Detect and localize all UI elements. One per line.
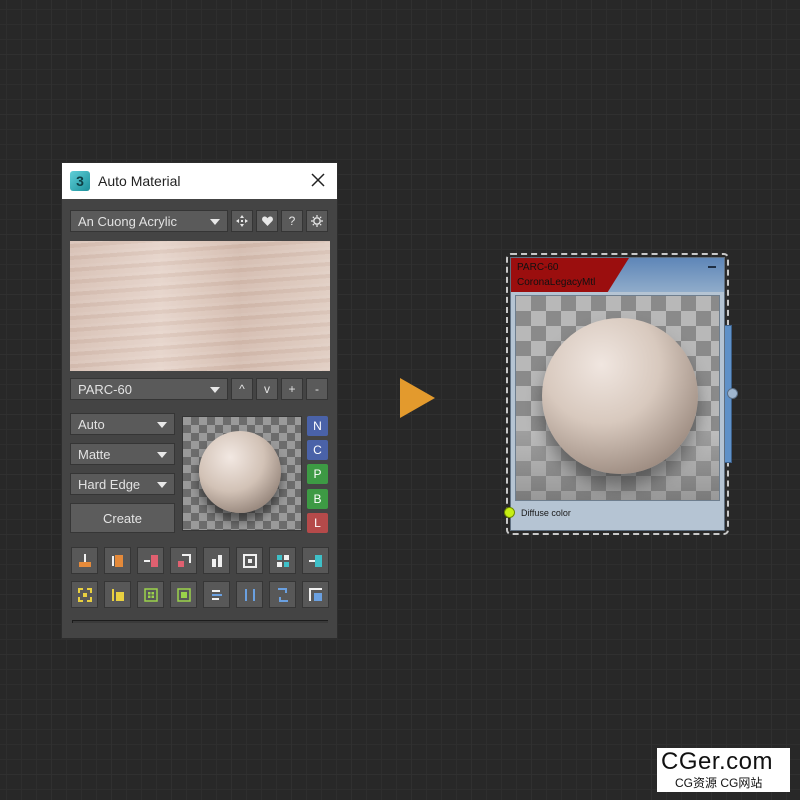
create-button[interactable]: Create bbox=[70, 503, 175, 533]
select-button[interactable] bbox=[71, 581, 98, 608]
watermark-sub: CG资源 CG网站 bbox=[675, 776, 763, 790]
node-header[interactable]: PARC-60 CoronaLegacyMtl bbox=[511, 258, 724, 292]
chevron-down-icon bbox=[157, 482, 167, 488]
preview-sphere bbox=[542, 318, 698, 474]
input-socket-label: Diffuse color bbox=[521, 508, 571, 518]
close-button[interactable] bbox=[309, 171, 327, 189]
minimize-icon[interactable] bbox=[708, 266, 716, 268]
move-down-button[interactable]: v bbox=[256, 378, 278, 400]
finish-dropdown[interactable]: Matte bbox=[70, 443, 175, 465]
stack-button[interactable] bbox=[104, 581, 131, 608]
link-icon bbox=[308, 554, 322, 567]
mode-dropdown-value: Auto bbox=[78, 416, 105, 432]
watermark-main: CGer.com bbox=[661, 748, 774, 775]
heart-icon bbox=[261, 216, 273, 226]
remove-label: - bbox=[315, 382, 319, 396]
map-button-n[interactable]: N bbox=[307, 416, 328, 436]
node-name: PARC-60 bbox=[517, 262, 559, 273]
add-label: + bbox=[288, 382, 296, 396]
preview-sphere bbox=[199, 431, 281, 513]
move-button[interactable] bbox=[231, 210, 253, 232]
settings-button[interactable] bbox=[306, 210, 328, 232]
stack-icon bbox=[111, 588, 124, 601]
fill-button[interactable] bbox=[170, 581, 197, 608]
auto-material-window: 3 Auto Material An Cuong Acrylic ? PARC-… bbox=[61, 162, 338, 639]
chevron-down-icon bbox=[210, 387, 220, 393]
align-left-icon bbox=[111, 554, 123, 567]
move-up-button[interactable]: ^ bbox=[231, 378, 253, 400]
app-icon: 3 bbox=[70, 171, 90, 191]
split-icon bbox=[211, 554, 222, 567]
down-label: v bbox=[264, 382, 270, 396]
rotate-icon bbox=[277, 587, 288, 602]
tile-icon bbox=[143, 587, 158, 602]
edge-dropdown-value: Hard Edge bbox=[78, 476, 141, 492]
select-icon bbox=[77, 587, 92, 602]
align-bottom-button[interactable] bbox=[71, 547, 98, 574]
corner-frame-icon bbox=[308, 587, 322, 601]
help-label: ? bbox=[288, 214, 296, 228]
remove-button[interactable]: - bbox=[306, 378, 328, 400]
watermark: CGer.com CG资源 CG网站 bbox=[657, 748, 790, 792]
link-button[interactable] bbox=[302, 547, 329, 574]
add-button[interactable]: + bbox=[281, 378, 303, 400]
window-title: Auto Material bbox=[98, 173, 181, 189]
node-preview bbox=[515, 295, 720, 501]
library-dropdown[interactable]: An Cuong Acrylic bbox=[70, 210, 228, 232]
edge-dropdown[interactable]: Hard Edge bbox=[70, 473, 175, 495]
map-button-p[interactable]: P bbox=[307, 464, 328, 484]
map-button-b[interactable]: B bbox=[307, 489, 328, 509]
chevron-down-icon bbox=[157, 452, 167, 458]
tile-button[interactable] bbox=[137, 581, 164, 608]
columns-button[interactable] bbox=[236, 581, 263, 608]
grid-icon bbox=[276, 554, 289, 567]
material-node[interactable]: PARC-60 CoronaLegacyMtl Diffuse color bbox=[510, 257, 725, 531]
text-align-button[interactable] bbox=[203, 581, 230, 608]
align-right-button[interactable] bbox=[137, 547, 164, 574]
corner-frame-button[interactable] bbox=[302, 581, 329, 608]
map-button-c[interactable]: C bbox=[307, 440, 328, 460]
rotate-button[interactable] bbox=[269, 581, 296, 608]
align-right-icon bbox=[143, 554, 158, 567]
material-preview bbox=[182, 416, 302, 531]
frame-icon bbox=[242, 553, 257, 568]
diffuse-input-socket[interactable] bbox=[504, 507, 515, 518]
corner-button[interactable] bbox=[170, 547, 197, 574]
corner-icon bbox=[177, 553, 191, 567]
frame-button[interactable] bbox=[236, 547, 263, 574]
chevron-down-icon bbox=[210, 219, 220, 225]
close-icon bbox=[311, 173, 325, 187]
title-bar[interactable]: 3 Auto Material bbox=[62, 163, 337, 199]
map-button-l[interactable]: L bbox=[307, 513, 328, 533]
help-button[interactable]: ? bbox=[281, 210, 303, 232]
mode-dropdown[interactable]: Auto bbox=[70, 413, 175, 435]
fill-icon bbox=[176, 587, 191, 602]
material-dropdown-value: PARC-60 bbox=[78, 381, 132, 397]
grid-button[interactable] bbox=[269, 547, 296, 574]
move-icon bbox=[236, 215, 248, 227]
finish-dropdown-value: Matte bbox=[78, 446, 111, 462]
output-socket[interactable] bbox=[727, 388, 738, 399]
sun-icon bbox=[311, 215, 323, 227]
favorite-button[interactable] bbox=[256, 210, 278, 232]
library-dropdown-value: An Cuong Acrylic bbox=[78, 213, 177, 229]
play-arrow-icon bbox=[400, 378, 435, 418]
chevron-down-icon bbox=[157, 422, 167, 428]
split-button[interactable] bbox=[203, 547, 230, 574]
columns-icon bbox=[244, 588, 255, 601]
align-left-button[interactable] bbox=[104, 547, 131, 574]
progress-bar bbox=[72, 620, 328, 623]
node-type: CoronaLegacyMtl bbox=[517, 277, 596, 288]
up-label: ^ bbox=[239, 382, 245, 396]
material-dropdown[interactable]: PARC-60 bbox=[70, 378, 228, 400]
align-bottom-icon bbox=[78, 553, 91, 567]
text-align-icon bbox=[211, 589, 222, 600]
material-swatch-image bbox=[70, 241, 330, 371]
